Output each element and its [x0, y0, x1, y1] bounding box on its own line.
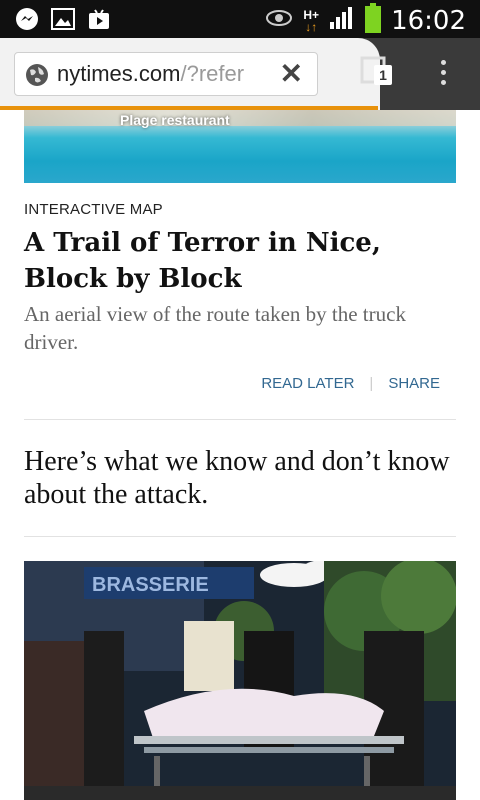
tab-count[interactable]: 1	[374, 65, 392, 85]
news-photo[interactable]: BRASSERIE	[24, 561, 456, 800]
actions-separator: |	[369, 375, 374, 392]
eye-icon	[265, 8, 293, 33]
photo-scene: BRASSERIE	[24, 561, 456, 800]
active-tab-area: nytimes.com/?refer ✕	[0, 38, 380, 110]
brasserie-sign: BRASSERIE	[92, 574, 209, 596]
status-bar: H+ ↓↑ 16:02	[0, 0, 480, 38]
browser-toolbar: nytimes.com/?refer ✕ 1	[0, 38, 480, 110]
url-host: nytimes.com	[57, 61, 181, 86]
clock: 16:02	[391, 5, 466, 36]
article-summary: An aerial view of the route taken by the…	[24, 302, 406, 354]
play-store-icon	[86, 6, 112, 32]
signal-icon	[329, 6, 355, 35]
messenger-icon	[14, 6, 40, 32]
battery-icon	[365, 3, 382, 38]
read-later-button[interactable]: READ LATER	[261, 375, 354, 392]
url-bar[interactable]: nytimes.com/?refer ✕	[14, 52, 318, 96]
network-type: H+ ↓↑	[303, 7, 320, 34]
share-button[interactable]: SHARE	[388, 375, 440, 392]
article-actions: READ LATER | SHARE	[261, 375, 440, 392]
url-text[interactable]: nytimes.com/?refer	[57, 61, 267, 87]
article2-headline[interactable]: Here’s what we know and don’t know about…	[24, 445, 464, 511]
divider	[24, 536, 456, 537]
clear-url-button[interactable]: ✕	[280, 59, 303, 89]
article-headline[interactable]: A Trail of Terror in Nice, Block by Bloc…	[24, 225, 464, 297]
gallery-icon	[50, 6, 76, 32]
url-path: /?refer	[180, 61, 245, 86]
divider	[24, 419, 456, 420]
shoreline	[24, 110, 456, 126]
map-caption: Plage restaurant	[120, 112, 230, 128]
hero-map-image[interactable]: Plage restaurant	[24, 110, 456, 183]
article-kicker: INTERACTIVE MAP	[24, 201, 163, 218]
menu-overflow-icon[interactable]	[436, 60, 450, 90]
globe-icon	[25, 63, 49, 92]
